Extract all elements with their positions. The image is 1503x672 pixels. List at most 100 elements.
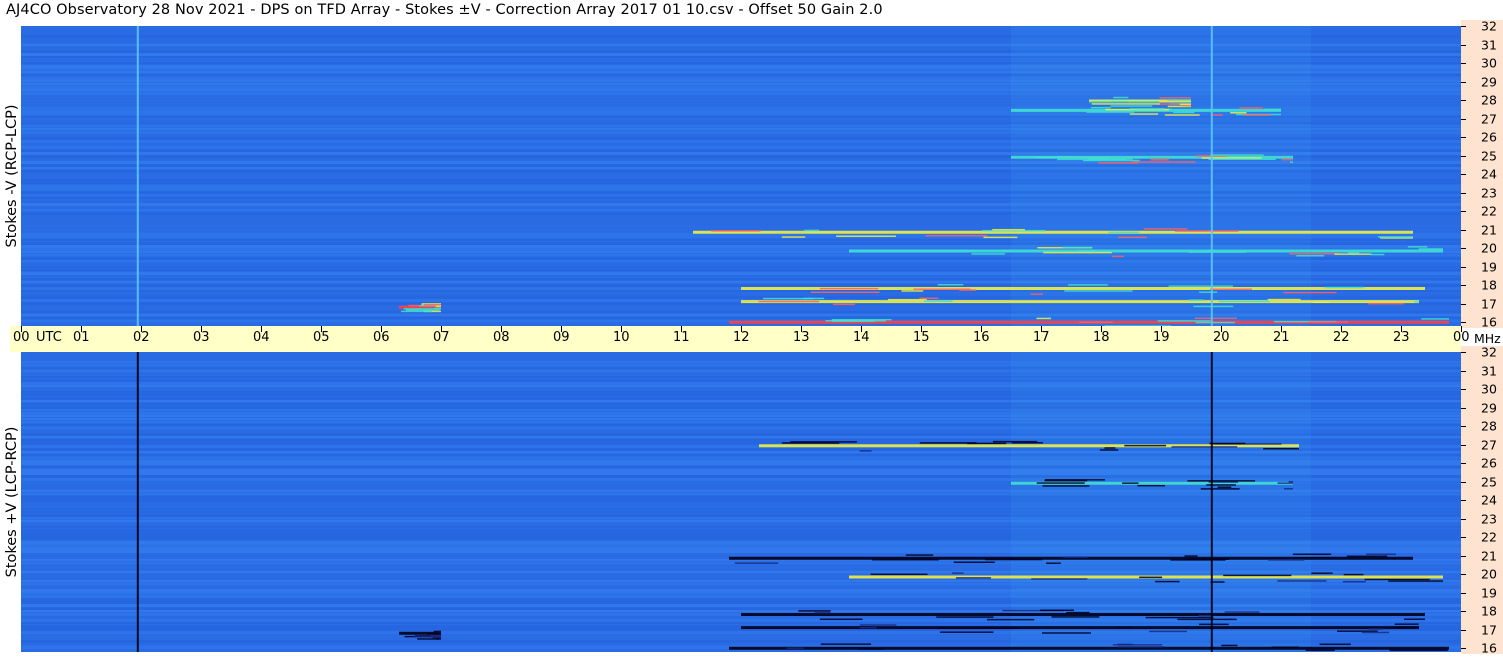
mhz-tick: [1461, 370, 1466, 372]
mhz-tick: [1461, 555, 1466, 557]
burst-speckle: [1157, 320, 1211, 322]
emission-burst: [741, 626, 1419, 630]
burst-speckle: [919, 442, 977, 444]
utc-hour-label: 18: [1093, 330, 1110, 345]
burst-speckle: [1011, 441, 1044, 444]
burst-speckle: [1143, 228, 1188, 230]
utc-hour-label: 14: [853, 330, 870, 345]
utc-hour-label: 02: [133, 330, 150, 345]
burst-speckle: [983, 236, 1018, 239]
mhz-tick: [1461, 629, 1466, 631]
mhz-tick: [1461, 174, 1466, 175]
burst-speckle: [1388, 580, 1443, 582]
burst-speckle: [1156, 103, 1183, 105]
burst-speckle: [786, 647, 804, 649]
mhz-tick: [1461, 648, 1466, 649]
bottom-spectrogram-svg: [21, 352, 1461, 652]
mhz-tick: [1461, 44, 1466, 46]
burst-speckle: [836, 235, 896, 237]
burst-speckle: [1277, 482, 1293, 484]
mhz-tick: [1461, 192, 1466, 194]
burst-speckle: [435, 305, 441, 307]
mhz-tick-label: 21: [1481, 548, 1497, 563]
burst-speckle: [430, 634, 441, 637]
burst-speckle: [1221, 644, 1238, 647]
time-marker-line: [1210, 26, 1213, 326]
utc-hour-label: 06: [373, 330, 390, 345]
mhz-tick: [1461, 407, 1466, 409]
utc-hour-label: 15: [913, 330, 930, 345]
burst-speckle: [1082, 159, 1140, 162]
burst-speckle: [1223, 574, 1292, 577]
mhz-tick: [1461, 137, 1466, 138]
bottom-panel-ylabel: Stokes +V (LCP-RCP): [4, 426, 20, 578]
utc-hour-label: 03: [193, 330, 210, 345]
mhz-tick: [1461, 285, 1466, 286]
burst-speckle: [919, 297, 939, 299]
burst-speckle: [1289, 252, 1340, 255]
burst-speckle: [870, 573, 928, 576]
mhz-tick-label: 22: [1481, 203, 1497, 219]
burst-speckle: [1159, 97, 1191, 99]
burst-speckle: [1407, 246, 1428, 248]
utc-time-axis: 00 UTC 01 02 03 04 05 06 07 08 09 10 11 12 13 14 15 16 17 1…: [10, 326, 1470, 352]
mhz-tick-label: 19: [1481, 259, 1497, 274]
mhz-tick-label: 17: [1481, 296, 1497, 311]
burst-speckle: [401, 310, 432, 313]
burst-speckle: [952, 572, 964, 574]
burst-speckle: [1036, 156, 1078, 159]
mhz-tick: [1461, 500, 1466, 501]
mhz-tick-label: 25: [1481, 148, 1497, 163]
burst-speckle: [1296, 254, 1325, 257]
burst-speckle: [1277, 580, 1327, 582]
burst-speckle: [1066, 611, 1090, 614]
burst-speckle: [1139, 576, 1163, 579]
burst-speckle: [798, 610, 831, 612]
burst-speckle: [1089, 100, 1128, 103]
utc-hour-label: 19: [1153, 330, 1170, 345]
burst-speckle: [1239, 107, 1264, 109]
chart-title: AJ4CO Observatory 28 Nov 2021 - DPS on T…: [6, 2, 883, 18]
burst-speckle: [814, 611, 831, 614]
mhz-tick: [1461, 155, 1466, 157]
mhz-tick: [1461, 426, 1466, 427]
mhz-tick-label: 17: [1481, 622, 1497, 637]
burst-speckle: [1036, 317, 1052, 320]
burst-speckle: [403, 308, 441, 310]
burst-speckle: [1391, 626, 1419, 629]
burst-speckle: [1177, 618, 1237, 621]
time-marker-line: [1210, 352, 1213, 652]
mhz-tick-label: 28: [1481, 92, 1497, 108]
mhz-tick-label: 24: [1481, 166, 1497, 182]
burst-speckle: [1188, 251, 1247, 253]
burst-speckle: [1319, 643, 1351, 646]
burst-speckle: [1087, 158, 1133, 160]
burst-speckle: [1036, 482, 1085, 484]
burst-speckle: [1079, 321, 1113, 324]
utc-hour-label: 00: [13, 330, 30, 345]
burst-speckle: [859, 627, 877, 629]
mhz-tick: [1461, 463, 1466, 464]
burst-speckle: [433, 630, 441, 633]
utc-hour-label: 10: [613, 330, 630, 345]
mhz-tick: [1461, 592, 1466, 594]
burst-speckle: [427, 633, 441, 635]
burst-speckle: [1031, 578, 1088, 580]
burst-speckle: [1168, 285, 1233, 287]
burst-speckle: [1179, 103, 1191, 106]
utc-hour-label: 09: [553, 330, 570, 345]
top-frequency-axis: 32 31 30 29 28 27 26 25 24 23 22 21 20 19 18 17 16: [1461, 19, 1503, 330]
burst-speckle: [1263, 448, 1299, 450]
utc-hour-label: 21: [1273, 330, 1290, 345]
burst-speckle: [1117, 646, 1164, 648]
burst-speckle: [1199, 291, 1218, 293]
burst-speckle: [711, 230, 761, 232]
utc-hour-label: 12: [733, 330, 750, 345]
burst-speckle: [1208, 158, 1276, 161]
mhz-tick: [1461, 611, 1466, 612]
burst-speckle: [431, 636, 441, 638]
burst-speckle: [1155, 580, 1180, 583]
burst-speckle: [1042, 632, 1092, 634]
emission-burst: [729, 646, 1449, 650]
burst-speckle: [1211, 114, 1223, 116]
